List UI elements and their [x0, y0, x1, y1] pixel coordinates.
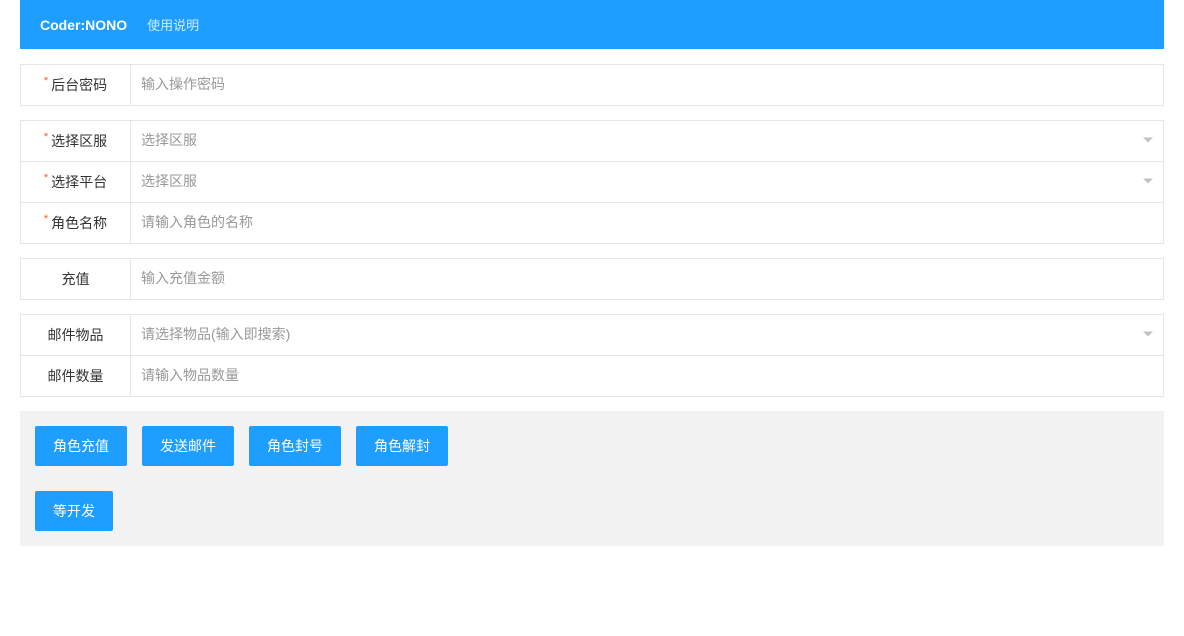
select-group: *选择区服 选择区服 *选择平台 选择区服 *角色名称	[20, 120, 1164, 244]
header-title: Coder:NONO	[40, 17, 127, 33]
chevron-down-icon	[1143, 138, 1153, 143]
platform-select[interactable]: 选择区服	[131, 162, 1163, 200]
server-label: *选择区服	[21, 121, 131, 161]
mail-quantity-label: 邮件数量	[21, 356, 131, 396]
dev-button[interactable]: 等开发	[35, 491, 113, 531]
password-group: *后台密码	[20, 64, 1164, 106]
role-name-input[interactable]	[131, 203, 1163, 241]
ban-button[interactable]: 角色封号	[249, 426, 341, 466]
mail-quantity-input[interactable]	[131, 356, 1163, 394]
mail-item-label: 邮件物品	[21, 315, 131, 355]
help-link[interactable]: 使用说明	[147, 15, 199, 34]
recharge-input[interactable]	[131, 259, 1163, 297]
recharge-button[interactable]: 角色充值	[35, 426, 127, 466]
button-area: 角色充值 发送邮件 角色封号 角色解封 等开发	[20, 411, 1164, 546]
mail-group: 邮件物品 请选择物品(输入即搜索) 邮件数量	[20, 314, 1164, 397]
chevron-down-icon	[1143, 332, 1153, 337]
platform-label: *选择平台	[21, 162, 131, 202]
password-input[interactable]	[131, 65, 1163, 103]
role-name-label: *角色名称	[21, 203, 131, 243]
chevron-down-icon	[1143, 179, 1153, 184]
header-bar: Coder:NONO 使用说明	[20, 0, 1164, 49]
password-label: *后台密码	[21, 65, 131, 105]
mail-item-select[interactable]: 请选择物品(输入即搜索)	[131, 315, 1163, 353]
server-select[interactable]: 选择区服	[131, 121, 1163, 159]
unban-button[interactable]: 角色解封	[356, 426, 448, 466]
send-mail-button[interactable]: 发送邮件	[142, 426, 234, 466]
recharge-label: 充值	[21, 259, 131, 299]
recharge-group: 充值	[20, 258, 1164, 300]
